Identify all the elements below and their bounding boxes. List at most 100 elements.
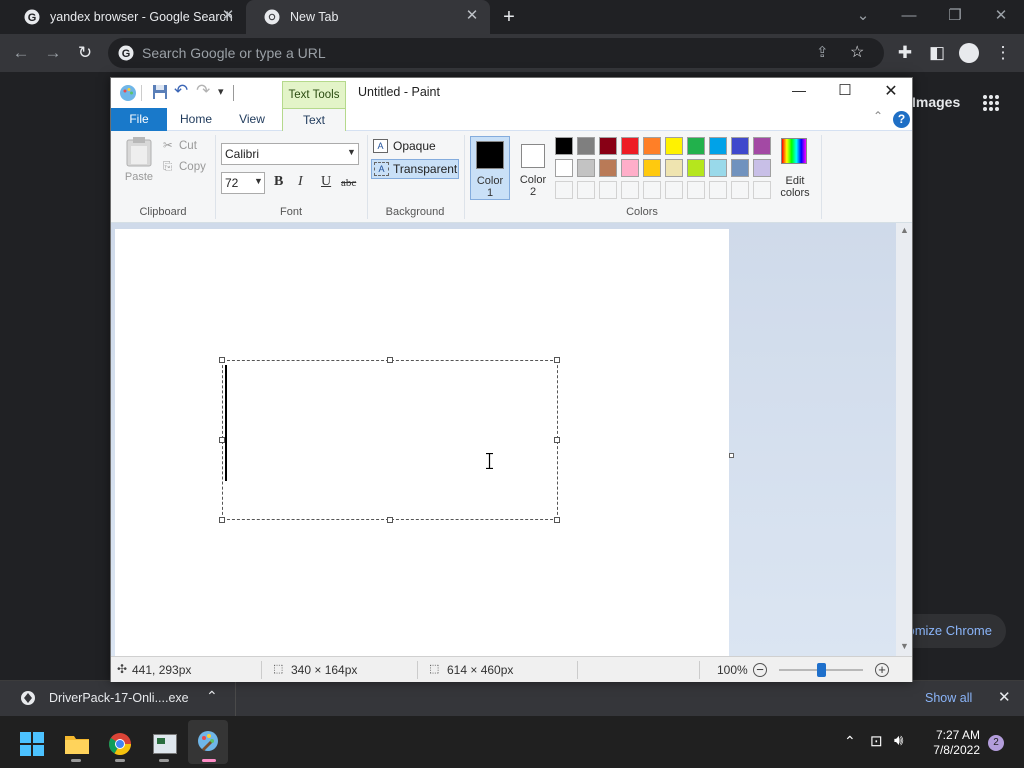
- palette-custom-slot[interactable]: [665, 181, 683, 199]
- tab-new-tab[interactable]: New Tab ✕: [246, 0, 490, 34]
- palette-custom-slot[interactable]: [555, 181, 573, 199]
- file-explorer-icon[interactable]: [64, 733, 90, 755]
- back-arrow-icon[interactable]: ←: [8, 40, 34, 66]
- palette-swatch[interactable]: [621, 159, 639, 177]
- clock[interactable]: 7:27 AM 7/8/2022: [920, 728, 980, 758]
- paint-close-icon[interactable]: ✕: [879, 81, 903, 101]
- resize-handle[interactable]: [387, 357, 393, 363]
- paint-maximize-icon[interactable]: ☐: [833, 81, 857, 99]
- resize-handle[interactable]: [219, 517, 225, 523]
- zoom-out-icon[interactable]: −: [753, 663, 767, 677]
- font-size-select[interactable]: 72 ▼: [221, 172, 265, 194]
- underline-button[interactable]: U: [321, 174, 331, 190]
- omnibox[interactable]: G Search Google or type a URL ⇪ ☆: [108, 38, 884, 68]
- palette-swatch[interactable]: [753, 137, 771, 155]
- palette-swatch[interactable]: [555, 137, 573, 155]
- palette-swatch[interactable]: [621, 137, 639, 155]
- zoom-slider[interactable]: [779, 663, 863, 677]
- tab-file[interactable]: File: [111, 108, 167, 131]
- collapse-ribbon-chevron-icon[interactable]: ⌃: [873, 109, 883, 123]
- palette-swatch[interactable]: [643, 137, 661, 155]
- images-link[interactable]: Images: [912, 94, 960, 110]
- palette-custom-slot[interactable]: [753, 181, 771, 199]
- reload-icon[interactable]: ↻: [72, 40, 98, 66]
- chrome-menu-icon[interactable]: ⋮: [990, 40, 1016, 66]
- strikethrough-button[interactable]: abc: [341, 177, 356, 189]
- palette-swatch[interactable]: [731, 159, 749, 177]
- show-all-link[interactable]: Show all: [925, 691, 972, 705]
- profile-avatar-icon[interactable]: [959, 43, 979, 63]
- palette-custom-slot[interactable]: [709, 181, 727, 199]
- download-item[interactable]: DriverPack-17-Onli....exe ⌃: [0, 681, 236, 717]
- palette-swatch[interactable]: [687, 137, 705, 155]
- scroll-down-arrow-icon[interactable]: ▼: [900, 641, 909, 651]
- show-hidden-icons-chevron-icon[interactable]: ⌃: [844, 733, 856, 750]
- palette-swatch[interactable]: [599, 159, 617, 177]
- paint-canvas[interactable]: [115, 229, 729, 659]
- font-family-select[interactable]: Calibri ▼: [221, 143, 359, 165]
- tab-close-icon[interactable]: ✕: [220, 8, 236, 24]
- save-icon[interactable]: [152, 84, 168, 100]
- canvas-resize-handle[interactable]: [729, 453, 734, 458]
- palette-swatch[interactable]: [577, 137, 595, 155]
- palette-swatch[interactable]: [577, 159, 595, 177]
- share-icon[interactable]: ⇪: [816, 43, 829, 61]
- redo-icon[interactable]: ↷: [196, 81, 210, 101]
- palette-swatch[interactable]: [687, 159, 705, 177]
- edit-colors-button[interactable]: Edit colors: [777, 135, 813, 199]
- palette-swatch[interactable]: [643, 159, 661, 177]
- paint-minimize-icon[interactable]: —: [787, 82, 811, 98]
- restore-icon[interactable]: ❐: [940, 4, 970, 28]
- palette-swatch[interactable]: [731, 137, 749, 155]
- palette-custom-slot[interactable]: [687, 181, 705, 199]
- resize-handle[interactable]: [219, 437, 225, 443]
- cut-button[interactable]: ✂ Cut: [163, 138, 197, 154]
- palette-custom-slot[interactable]: [577, 181, 595, 199]
- zoom-in-icon[interactable]: +: [875, 663, 889, 677]
- tab-text[interactable]: Text: [282, 108, 346, 132]
- close-download-bar-icon[interactable]: ✕: [998, 688, 1011, 706]
- new-tab-plus-icon[interactable]: +: [498, 6, 520, 28]
- color-2-button[interactable]: Color 2: [513, 136, 553, 200]
- paste-button[interactable]: Paste: [121, 137, 157, 187]
- tab-google-search[interactable]: G yandex browser - Google Search ✕: [6, 0, 246, 34]
- paint-app-icon[interactable]: [119, 84, 137, 102]
- vertical-scrollbar[interactable]: ▲ ▼: [896, 223, 912, 656]
- close-window-icon[interactable]: ✕: [986, 4, 1016, 28]
- bookmark-star-icon[interactable]: ☆: [850, 42, 864, 62]
- tab-home[interactable]: Home: [169, 108, 223, 131]
- resize-handle[interactable]: [387, 517, 393, 523]
- palette-swatch[interactable]: [709, 137, 727, 155]
- color-1-button[interactable]: Color 1: [470, 136, 510, 200]
- network-icon[interactable]: ⊡: [870, 732, 883, 750]
- scroll-up-arrow-icon[interactable]: ▲: [900, 225, 909, 235]
- chrome-taskbar-icon[interactable]: [108, 732, 132, 756]
- notification-badge[interactable]: 2: [988, 735, 1004, 751]
- zoom-slider-thumb[interactable]: [816, 663, 826, 677]
- palette-custom-slot[interactable]: [599, 181, 617, 199]
- text-box[interactable]: [222, 360, 558, 520]
- tab-search-chevron-icon[interactable]: ⌄: [848, 4, 878, 28]
- extensions-puzzle-icon[interactable]: ✚: [892, 40, 918, 66]
- palette-swatch[interactable]: [665, 137, 683, 155]
- palette-custom-slot[interactable]: [621, 181, 639, 199]
- opaque-button[interactable]: A Opaque: [373, 137, 459, 157]
- palette-custom-slot[interactable]: [643, 181, 661, 199]
- bold-button[interactable]: B: [274, 174, 283, 190]
- help-icon[interactable]: ?: [893, 111, 910, 128]
- paint-taskbar-button[interactable]: [188, 720, 228, 764]
- download-chevron-up-icon[interactable]: ⌃: [206, 688, 218, 705]
- side-panel-icon[interactable]: ◧: [924, 40, 950, 66]
- volume-icon[interactable]: 🔊︎: [894, 732, 903, 749]
- copy-button[interactable]: ⎘ Copy: [163, 161, 206, 177]
- palette-swatch[interactable]: [599, 137, 617, 155]
- palette-custom-slot[interactable]: [731, 181, 749, 199]
- forward-arrow-icon[interactable]: →: [40, 40, 66, 66]
- app-window-taskbar-icon[interactable]: [153, 734, 177, 754]
- italic-button[interactable]: I: [298, 174, 303, 190]
- resize-handle[interactable]: [554, 517, 560, 523]
- palette-swatch[interactable]: [665, 159, 683, 177]
- palette-swatch[interactable]: [709, 159, 727, 177]
- start-windows-icon[interactable]: [20, 732, 44, 756]
- resize-handle[interactable]: [554, 437, 560, 443]
